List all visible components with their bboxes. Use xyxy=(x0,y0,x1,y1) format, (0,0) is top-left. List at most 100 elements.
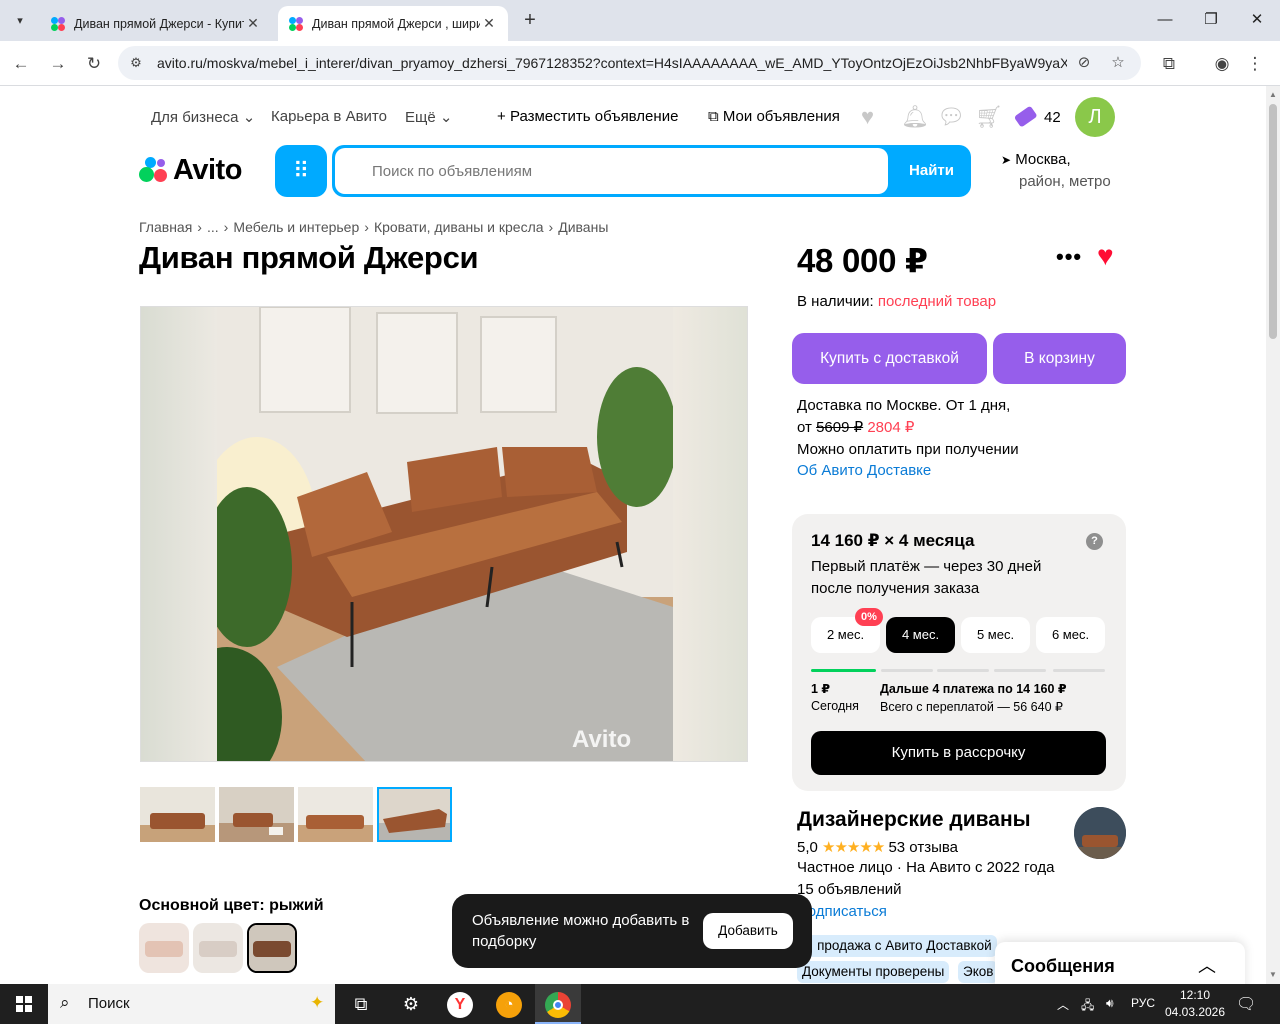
color-swatch-1[interactable] xyxy=(139,923,189,973)
clock-date: 04.03.2026 xyxy=(1164,1005,1226,1019)
avito-logo[interactable]: Avito xyxy=(139,154,242,186)
seller-ads-count[interactable]: 15 объявлений xyxy=(797,881,902,898)
buy-with-delivery-button[interactable]: Купить с доставкой xyxy=(792,333,987,384)
site-info-icon[interactable]: ⚙ xyxy=(128,55,144,71)
seller-tag: Документы проверены xyxy=(797,961,950,983)
location-hint[interactable]: район, метро xyxy=(1019,173,1111,190)
back-button[interactable]: ← xyxy=(8,51,34,77)
messages-panel[interactable]: Сообщения ︿ xyxy=(995,942,1245,984)
task-view-icon[interactable]: ⧉ xyxy=(338,984,384,1024)
browser-menu-icon[interactable]: ⋮ xyxy=(1242,51,1268,77)
breadcrumb-sofas[interactable]: Диваны xyxy=(558,219,608,235)
seller-name[interactable]: Дизайнерские диваны xyxy=(797,808,1031,832)
scroll-down-icon[interactable]: ▼ xyxy=(1269,970,1277,979)
first-payment-amount: 1 ₽ xyxy=(811,682,831,696)
url-text[interactable]: avito.ru/moskva/mebel_i_interer/divan_pr… xyxy=(157,55,1067,71)
tab-search-icon[interactable]: ▾ xyxy=(8,8,32,32)
about-delivery-link[interactable]: Об Авито Доставке xyxy=(797,460,931,481)
color-swatch-2[interactable] xyxy=(193,923,243,973)
categories-button[interactable]: ⠿ xyxy=(275,145,327,197)
tab-close-icon[interactable]: ✕ xyxy=(244,15,262,32)
notifications-icon[interactable]: 🗨︎ xyxy=(1236,994,1256,1014)
term-option-4-selected[interactable]: 4 мес. xyxy=(886,617,955,653)
buy-installment-button[interactable]: Купить в рассрочку xyxy=(811,731,1106,775)
volume-icon[interactable]: 🔊︎ xyxy=(1106,996,1114,1011)
photo-watermark: Avito xyxy=(572,726,631,753)
location-selector[interactable]: ➤ Москва, xyxy=(1001,151,1071,168)
chevron-down-icon: ⌄ xyxy=(439,109,453,126)
scrollbar-thumb[interactable] xyxy=(1269,104,1277,339)
language-indicator[interactable]: РУС xyxy=(1131,996,1155,1010)
color-swatch-3-selected[interactable] xyxy=(247,923,297,973)
notifications-bell-icon[interactable]: 🔔︎ xyxy=(901,105,929,129)
browser-tab-2-active[interactable]: Диван прямой Джерси , шири ✕ xyxy=(278,6,508,41)
toast-add-button[interactable]: Добавить xyxy=(703,913,793,949)
yandex-browser-icon[interactable]: Y xyxy=(437,984,483,1024)
clock[interactable]: 12:10 04.03.2026 xyxy=(1163,987,1227,1021)
minimize-button[interactable]: — xyxy=(1150,8,1180,32)
more-options-icon[interactable]: ••• xyxy=(1056,244,1082,270)
settings-gear-icon[interactable]: ⚙ xyxy=(388,984,434,1024)
location-blocked-icon[interactable]: ⊘ xyxy=(1075,54,1093,72)
new-tab-button[interactable]: + xyxy=(518,8,542,32)
address-bar[interactable]: ⚙ avito.ru/moskva/mebel_i_interer/divan_… xyxy=(118,46,1141,80)
wallet-ticket-icon[interactable] xyxy=(1012,105,1040,129)
help-question-icon[interactable]: ? xyxy=(1086,533,1103,550)
term-option-5[interactable]: 5 мес. xyxy=(961,617,1030,653)
reload-button[interactable]: ↻ xyxy=(81,51,107,77)
sofa-photo: Avito xyxy=(217,307,673,761)
breadcrumb-furniture[interactable]: Мебель и интерьер xyxy=(233,219,359,235)
wallet-count[interactable]: 42 xyxy=(1044,109,1061,126)
my-ads-link[interactable]: ⧉ Мои объявления xyxy=(708,108,840,125)
profile-icon[interactable]: ◉ xyxy=(1209,51,1235,77)
breadcrumb-beds-sofas[interactable]: Кровати, диваны и кресла xyxy=(374,219,544,235)
breadcrumb-separator: › xyxy=(197,219,202,235)
breadcrumb-ellipsis[interactable]: ... xyxy=(207,219,219,235)
messages-chat-icon[interactable]: 💬︎ xyxy=(937,105,965,129)
seller-rating-row: 5,0 ★★★★★ 53 отзыва xyxy=(797,838,958,856)
first-payment-date: Сегодня xyxy=(811,699,859,713)
bookmark-star-icon[interactable]: ☆ xyxy=(1109,54,1127,72)
app-icon[interactable]: ◔ xyxy=(486,984,532,1024)
search-button[interactable]: Найти xyxy=(892,145,971,197)
user-avatar[interactable]: Л xyxy=(1075,97,1115,137)
close-window-button[interactable]: ✕ xyxy=(1242,8,1272,32)
term-option-6[interactable]: 6 мес. xyxy=(1036,617,1105,653)
browser-tab-1[interactable]: Диван прямой Джерси - Купить ✕ xyxy=(40,6,272,41)
taskbar-search[interactable]: ⌕ Поиск ✦ xyxy=(48,984,335,1024)
seller-reviews-link[interactable]: 53 отзыва xyxy=(888,839,958,856)
tab-title: Диван прямой Джерси - Купить xyxy=(74,16,244,31)
nav-more[interactable]: Ещё ⌄ xyxy=(405,108,452,126)
installment-subtitle: Первый платёж — через 30 дней после полу… xyxy=(811,558,1042,597)
nav-for-business[interactable]: Для бизнеса ⌄ xyxy=(151,108,255,126)
thumbnail-4-selected[interactable] xyxy=(377,787,452,842)
breadcrumb-home[interactable]: Главная xyxy=(139,219,192,235)
thumbnail-1[interactable] xyxy=(140,787,215,842)
thumbnail-3[interactable] xyxy=(298,787,373,842)
cart-icon[interactable]: 🛒︎ xyxy=(975,105,1003,129)
chevron-up-icon[interactable]: ︿ xyxy=(1198,952,1216,978)
seller-tag: ✓ продажа с Авито Доставкой xyxy=(797,935,997,957)
delivery-info: Доставка по Москве. От 1 дня, xyxy=(797,397,1011,414)
thumbnail-2[interactable] xyxy=(219,787,294,842)
main-photo[interactable]: Avito xyxy=(140,306,748,762)
chrome-icon[interactable] xyxy=(535,984,581,1024)
windows-start-icon[interactable] xyxy=(0,984,48,1024)
restore-button[interactable]: ❐ xyxy=(1196,8,1226,32)
add-to-cart-button[interactable]: В корзину xyxy=(993,333,1126,384)
scroll-up-icon[interactable]: ▲ xyxy=(1269,90,1277,99)
page-scrollbar[interactable]: ▲ ▼ xyxy=(1266,86,1280,984)
nav-career[interactable]: Карьера в Авито xyxy=(271,108,387,125)
delivery-price: от 5609 ₽ 2804 ₽ xyxy=(797,419,915,436)
tray-chevron-icon[interactable]: ︿ xyxy=(1057,996,1069,1013)
network-icon[interactable]: 🖧︎ xyxy=(1081,996,1094,1017)
search-input[interactable] xyxy=(335,148,888,194)
tab-close-icon[interactable]: ✕ xyxy=(480,15,498,32)
extensions-icon[interactable]: ⧉ xyxy=(1156,51,1182,77)
sparkle-icon: ✦ xyxy=(310,993,325,1012)
seller-avatar[interactable] xyxy=(1074,807,1126,859)
forward-button[interactable]: → xyxy=(45,51,71,77)
post-ad-link[interactable]: + Разместить объявление xyxy=(497,108,678,125)
favorite-heart-icon[interactable]: ♥ xyxy=(1097,241,1114,271)
favorites-heart-icon[interactable]: ♥ xyxy=(861,105,874,129)
